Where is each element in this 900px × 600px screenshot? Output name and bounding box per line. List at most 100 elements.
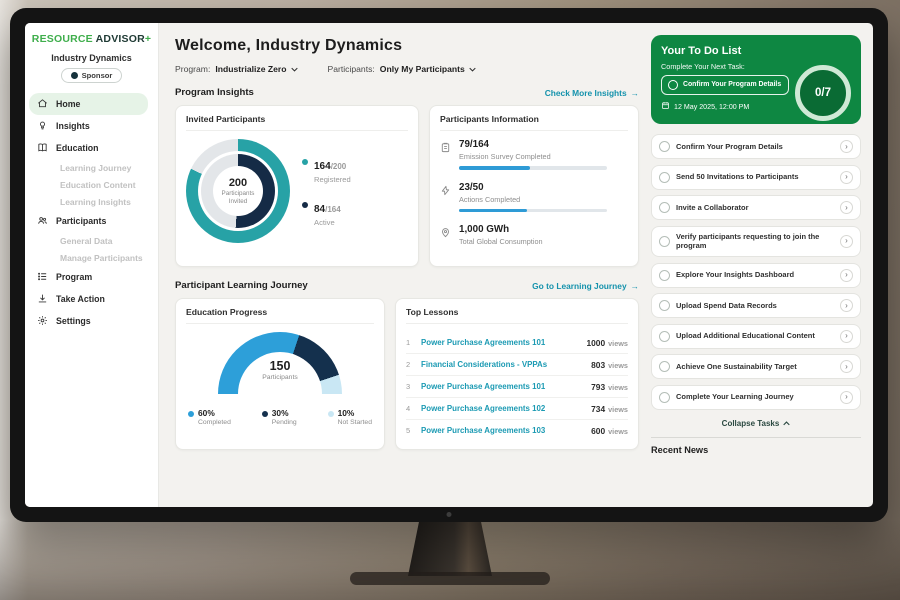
legend-label: Pending bbox=[272, 419, 297, 426]
lesson-link[interactable]: Power Purchase Agreements 103 bbox=[421, 426, 584, 435]
donut-center-label: Participants Invited bbox=[216, 190, 260, 206]
lesson-link[interactable]: Power Purchase Agreements 102 bbox=[421, 404, 584, 413]
legend-dot bbox=[302, 159, 308, 165]
checkbox-circle-icon[interactable] bbox=[659, 172, 670, 183]
task-item[interactable]: Upload Additional Educational Content › bbox=[651, 324, 861, 349]
task-item[interactable]: Achieve One Sustainability Target › bbox=[651, 354, 861, 379]
learning-journey-header: Participant Learning Journey Go to Learn… bbox=[175, 280, 639, 291]
stat-value: 1,000 GWh bbox=[459, 224, 543, 235]
task-item[interactable]: Invite a Collaborator › bbox=[651, 195, 861, 220]
calendar-icon bbox=[661, 101, 670, 112]
sidebar-item-program[interactable]: Program bbox=[25, 266, 158, 288]
lesson-link[interactable]: Power Purchase Agreements 101 bbox=[421, 338, 579, 347]
collapse-tasks-link[interactable]: Collapse Tasks bbox=[651, 419, 861, 428]
chevron-right-icon[interactable]: › bbox=[840, 330, 853, 343]
lesson-views: 600views bbox=[591, 426, 628, 436]
checkbox-circle-icon[interactable] bbox=[659, 270, 670, 281]
education-progress-gauge: 150 Participants bbox=[218, 332, 342, 396]
sidebar-item-participants[interactable]: Participants bbox=[25, 210, 158, 232]
sponsor-badge[interactable]: Sponsor bbox=[61, 68, 123, 83]
legend-total: /200 bbox=[331, 162, 347, 171]
legend-pct: 30% bbox=[272, 408, 297, 418]
task-label: Invite a Collaborator bbox=[676, 203, 834, 213]
checkbox-circle-icon[interactable] bbox=[659, 300, 670, 311]
lesson-link[interactable]: Power Purchase Agreements 101 bbox=[421, 382, 584, 391]
sidebar-item-home[interactable]: Home bbox=[29, 93, 148, 115]
learning-journey-cards: Education Progress 150 Participants bbox=[175, 298, 639, 450]
task-label: Send 50 Invitations to Participants bbox=[676, 172, 834, 182]
checkbox-circle-icon[interactable] bbox=[659, 236, 670, 247]
sidebar-item-label: Education bbox=[56, 143, 99, 153]
sidebar-item-settings[interactable]: Settings bbox=[25, 310, 158, 332]
program-filter-dropdown[interactable]: Industrialize Zero bbox=[215, 64, 297, 74]
checkbox-circle-icon[interactable] bbox=[659, 392, 670, 403]
task-item[interactable]: Complete Your Learning Journey › bbox=[651, 385, 861, 410]
monitor-frame: RESOURCE ADVISOR+ Industry Dynamics Spon… bbox=[10, 8, 888, 522]
chevron-right-icon[interactable]: › bbox=[840, 235, 853, 248]
checkbox-circle-icon[interactable] bbox=[659, 361, 670, 372]
link-label: Go to Learning Journey bbox=[532, 281, 626, 291]
pin-icon bbox=[440, 225, 451, 246]
sidebar-item-label: Settings bbox=[56, 316, 91, 326]
chevron-right-icon[interactable]: › bbox=[840, 299, 853, 312]
chevron-right-icon[interactable]: › bbox=[840, 391, 853, 404]
sidebar-item-general-data[interactable]: General Data bbox=[25, 232, 158, 249]
sidebar-item-manage-participants[interactable]: Manage Participants bbox=[25, 249, 158, 266]
go-to-learning-journey-link[interactable]: Go to Learning Journey → bbox=[532, 281, 639, 291]
legend-value: 164 bbox=[314, 161, 331, 172]
lesson-link[interactable]: Financial Considerations - VPPAs bbox=[421, 360, 584, 369]
program-insights-cards: Invited Participants 200 Participants In… bbox=[175, 105, 639, 267]
sidebar: RESOURCE ADVISOR+ Industry Dynamics Spon… bbox=[25, 23, 159, 507]
todo-next-task[interactable]: Confirm Your Program Details bbox=[661, 75, 789, 95]
task-item[interactable]: Send 50 Invitations to Participants › bbox=[651, 165, 861, 190]
sidebar-item-education[interactable]: Education bbox=[25, 137, 158, 159]
progress-bar-fill bbox=[459, 166, 530, 170]
sidebar-item-learning-insights[interactable]: Learning Insights bbox=[25, 193, 158, 210]
arrow-right-icon: → bbox=[631, 281, 639, 291]
task-label: Upload Spend Data Records bbox=[676, 301, 834, 311]
legend-label: Completed bbox=[198, 419, 231, 426]
checkbox-circle-icon[interactable] bbox=[668, 80, 678, 90]
chevron-right-icon[interactable]: › bbox=[840, 140, 853, 153]
chevron-right-icon[interactable]: › bbox=[840, 360, 853, 373]
participants-filter-dropdown[interactable]: Only My Participants bbox=[380, 64, 476, 74]
legend-pct: 10% bbox=[338, 408, 372, 418]
lesson-rank: 1 bbox=[406, 338, 414, 347]
legend-item-active: 84/164 Active bbox=[302, 199, 351, 227]
checkbox-circle-icon[interactable] bbox=[659, 141, 670, 152]
sidebar-item-learning-journey[interactable]: Learning Journey bbox=[25, 159, 158, 176]
participants-filter-label: Participants: bbox=[328, 64, 375, 74]
task-item[interactable]: Explore Your Insights Dashboard › bbox=[651, 263, 861, 288]
arrow-right-icon: → bbox=[631, 88, 639, 98]
sidebar-item-take-action[interactable]: Take Action bbox=[25, 288, 158, 310]
gauge-value: 150 bbox=[218, 359, 342, 373]
sidebar-item-insights[interactable]: Insights bbox=[25, 115, 158, 137]
participants-filter-value: Only My Participants bbox=[380, 64, 465, 74]
program-filter-label: Program: bbox=[175, 64, 210, 74]
stat-label: Emission Survey Completed bbox=[459, 152, 607, 161]
checkbox-circle-icon[interactable] bbox=[659, 331, 670, 342]
lesson-rank: 2 bbox=[406, 360, 414, 369]
task-item[interactable]: Confirm Your Program Details › bbox=[651, 134, 861, 159]
lesson-views: 793views bbox=[591, 382, 628, 392]
lesson-views: 734views bbox=[591, 404, 628, 414]
program-filter: Program: Industrialize Zero bbox=[175, 64, 298, 74]
chevron-right-icon[interactable]: › bbox=[840, 171, 853, 184]
main-content: Welcome, Industry Dynamics Program: Indu… bbox=[159, 23, 649, 507]
checkbox-circle-icon[interactable] bbox=[659, 202, 670, 213]
sidebar-item-label: Insights bbox=[56, 121, 90, 131]
lesson-row: 5 Power Purchase Agreements 103 600views bbox=[406, 420, 628, 441]
chevron-right-icon[interactable]: › bbox=[840, 269, 853, 282]
task-item[interactable]: Verify participants requesting to join t… bbox=[651, 226, 861, 258]
check-more-insights-link[interactable]: Check More Insights → bbox=[545, 88, 639, 98]
program-insights-header: Program Insights Check More Insights → bbox=[175, 87, 639, 98]
task-item[interactable]: Upload Spend Data Records › bbox=[651, 293, 861, 318]
legend-dot bbox=[328, 411, 334, 417]
gauge-center: 150 Participants bbox=[218, 359, 342, 381]
chevron-right-icon[interactable]: › bbox=[840, 201, 853, 214]
card-title: Education Progress bbox=[186, 307, 374, 324]
stat-label: Total Global Consumption bbox=[459, 237, 543, 246]
sidebar-item-education-content[interactable]: Education Content bbox=[25, 176, 158, 193]
progress-bar bbox=[459, 166, 607, 170]
donut-center: 200 Participants Invited bbox=[213, 166, 263, 216]
